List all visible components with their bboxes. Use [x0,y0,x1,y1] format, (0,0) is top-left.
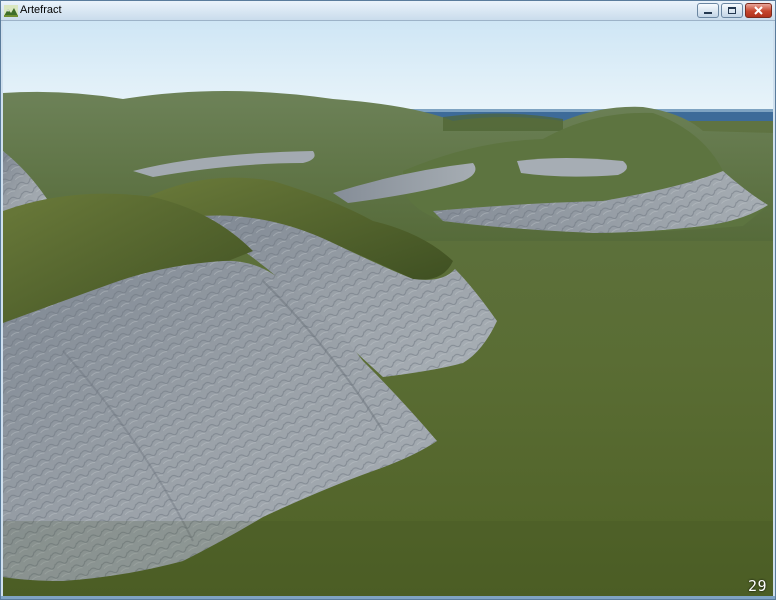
minimize-button[interactable] [697,3,719,18]
maximize-button[interactable] [721,3,743,18]
app-window: Artefract 29 [0,0,776,600]
terrain-app-icon [4,4,18,17]
title-bar[interactable]: Artefract [1,1,775,21]
terrain-viewport[interactable]: 29 [3,21,773,597]
window-controls [695,3,772,18]
window-bottom-border [1,596,775,599]
close-button[interactable] [745,3,772,18]
window-title: Artefract [20,4,62,16]
right-rock-strip [517,158,627,177]
fps-counter: 29 [747,577,767,595]
terrain-scene [3,21,773,597]
